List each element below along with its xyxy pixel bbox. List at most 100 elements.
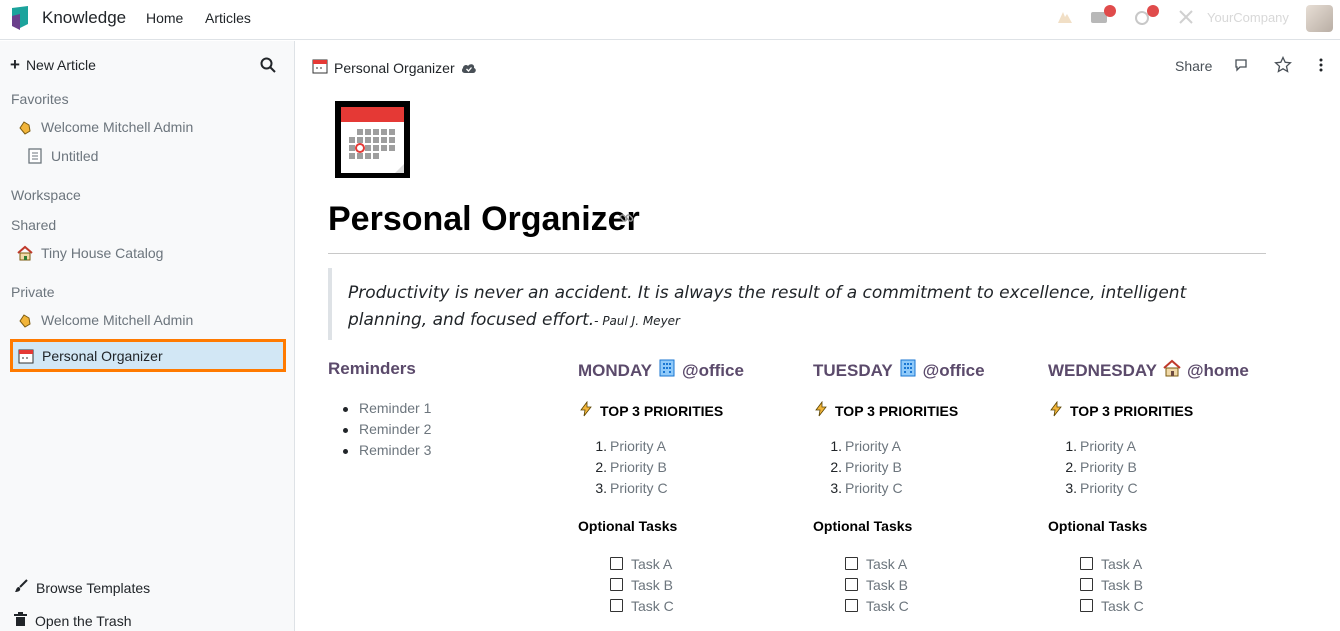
private-section-title[interactable]: Private bbox=[11, 284, 55, 300]
list-item[interactable]: Reminder 3 bbox=[339, 442, 431, 463]
search-icon[interactable] bbox=[260, 57, 276, 73]
reminders-heading[interactable]: Reminders bbox=[328, 359, 416, 379]
new-article-button[interactable]: + New Article bbox=[10, 55, 96, 74]
share-button[interactable]: Share bbox=[1175, 58, 1212, 74]
title-divider bbox=[328, 253, 1266, 254]
checkbox[interactable] bbox=[1080, 557, 1093, 570]
sidebar-item-tiny-house-catalog[interactable]: Tiny House Catalog bbox=[16, 242, 163, 264]
list-item[interactable]: 3. Priority C bbox=[1062, 480, 1137, 501]
switch-company-icon[interactable] bbox=[1178, 8, 1194, 30]
checkbox[interactable] bbox=[1080, 599, 1093, 612]
tasks-checklist: Task A Task B Task C bbox=[845, 553, 909, 616]
checklist-item[interactable]: Task B bbox=[610, 574, 674, 595]
checkbox[interactable] bbox=[1080, 578, 1093, 591]
list-item[interactable]: 1. Priority A bbox=[592, 438, 668, 459]
checklist-item[interactable]: Task C bbox=[1080, 595, 1144, 616]
breadcrumb: Personal Organizer bbox=[312, 58, 477, 77]
waving-hand-icon bbox=[16, 119, 33, 136]
optional-tasks-heading[interactable]: Optional Tasks bbox=[578, 518, 677, 534]
sidebar-item-untitled[interactable]: Untitled bbox=[26, 145, 98, 167]
list-item[interactable]: 3. Priority C bbox=[827, 480, 902, 501]
more-options-icon[interactable] bbox=[1316, 56, 1326, 74]
office-building-icon bbox=[899, 359, 917, 382]
checkbox[interactable] bbox=[610, 557, 623, 570]
activity-icon[interactable] bbox=[1134, 5, 1160, 30]
article-title[interactable]: Personal Organizer bbox=[328, 200, 640, 239]
checklist-item[interactable]: Task A bbox=[610, 553, 674, 574]
studio-icon[interactable] bbox=[1056, 8, 1074, 30]
priorities-heading[interactable]: TOP 3 PRIORITIES bbox=[578, 400, 723, 420]
user-avatar[interactable] bbox=[1306, 5, 1333, 32]
quote-author: - Paul J. Meyer bbox=[594, 314, 680, 328]
app-name[interactable]: Knowledge bbox=[42, 8, 126, 28]
checklist-item[interactable]: Task B bbox=[845, 574, 909, 595]
trash-icon bbox=[14, 612, 27, 629]
workspace-section-title[interactable]: Workspace bbox=[11, 187, 81, 203]
list-item[interactable]: 3. Priority C bbox=[592, 480, 667, 501]
checklist-item[interactable]: Task C bbox=[845, 595, 909, 616]
article-cover-calendar-icon[interactable] bbox=[335, 101, 410, 178]
checklist-item[interactable]: Task A bbox=[1080, 553, 1144, 574]
activity-count-badge bbox=[1147, 5, 1159, 17]
tasks-checklist: Task A Task B Task C bbox=[610, 553, 674, 616]
house-icon bbox=[1163, 359, 1181, 382]
top-navbar: Knowledge Home Articles YourCompany bbox=[0, 0, 1340, 40]
list-item[interactable]: 2. Priority B bbox=[827, 459, 903, 480]
link-icon[interactable] bbox=[619, 211, 634, 226]
checklist-item[interactable]: Task C bbox=[610, 595, 674, 616]
priorities-heading[interactable]: TOP 3 PRIORITIES bbox=[813, 400, 958, 420]
calendar-icon bbox=[17, 347, 34, 364]
office-building-icon bbox=[658, 359, 676, 382]
waving-hand-icon bbox=[16, 312, 33, 329]
sidebar-item-welcome-favorite[interactable]: Welcome Mitchell Admin bbox=[16, 116, 193, 138]
company-name[interactable]: YourCompany bbox=[1207, 10, 1289, 25]
lightning-icon bbox=[578, 400, 594, 420]
message-count-badge bbox=[1104, 5, 1116, 17]
house-icon bbox=[16, 245, 33, 262]
checklist-item[interactable]: Task B bbox=[1080, 574, 1144, 595]
list-item[interactable]: 1. Priority A bbox=[827, 438, 903, 459]
list-item[interactable]: 2. Priority B bbox=[1062, 459, 1138, 480]
sidebar-item-personal-organizer[interactable]: Personal Organizer bbox=[10, 339, 286, 372]
open-trash-button[interactable]: Open the Trash bbox=[14, 612, 132, 629]
quote-text: Productivity is never an accident. It is… bbox=[348, 283, 1187, 330]
favorites-section-title[interactable]: Favorites bbox=[11, 91, 69, 107]
checkbox[interactable] bbox=[845, 599, 858, 612]
checkbox[interactable] bbox=[845, 557, 858, 570]
tasks-checklist: Task A Task B Task C bbox=[1080, 553, 1144, 616]
optional-tasks-heading[interactable]: Optional Tasks bbox=[813, 518, 912, 534]
star-icon[interactable] bbox=[1274, 56, 1292, 74]
day-heading[interactable]: MONDAY @office bbox=[578, 359, 744, 382]
list-item[interactable]: 1. Priority A bbox=[1062, 438, 1138, 459]
comments-icon[interactable] bbox=[1233, 56, 1251, 74]
nav-home[interactable]: Home bbox=[146, 10, 183, 26]
optional-tasks-heading[interactable]: Optional Tasks bbox=[1048, 518, 1147, 534]
checkbox[interactable] bbox=[610, 578, 623, 591]
priorities-heading[interactable]: TOP 3 PRIORITIES bbox=[1048, 400, 1193, 420]
day-heading[interactable]: WEDNESDAY @home bbox=[1048, 359, 1249, 382]
knowledge-app-icon[interactable] bbox=[12, 6, 28, 30]
calendar-icon bbox=[312, 58, 328, 77]
browse-templates-button[interactable]: Browse Templates bbox=[14, 579, 150, 596]
day-heading[interactable]: TUESDAY @office bbox=[813, 359, 985, 382]
sidebar-item-welcome-private[interactable]: Welcome Mitchell Admin bbox=[16, 309, 193, 331]
list-item[interactable]: 2. Priority B bbox=[592, 459, 668, 480]
document-icon bbox=[26, 148, 43, 165]
messaging-icon[interactable] bbox=[1090, 5, 1116, 30]
shared-section-title[interactable]: Shared bbox=[11, 217, 56, 233]
nav-articles[interactable]: Articles bbox=[205, 10, 251, 26]
lightning-icon bbox=[813, 400, 829, 420]
cloud-saved-icon bbox=[461, 63, 476, 73]
quote-block[interactable]: Productivity is never an accident. It is… bbox=[328, 268, 1228, 340]
checklist-item[interactable]: Task A bbox=[845, 553, 909, 574]
priorities-list: 1. Priority A 2. Priority B 3. Priority C bbox=[1062, 438, 1138, 501]
sidebar: + New Article Favorites Welcome Mitchell… bbox=[0, 41, 295, 631]
priorities-list: 1. Priority A 2. Priority B 3. Priority C bbox=[592, 438, 668, 501]
list-item[interactable]: Reminder 2 bbox=[339, 421, 431, 442]
lightning-icon bbox=[1048, 400, 1064, 420]
checkbox[interactable] bbox=[845, 578, 858, 591]
breadcrumb-title[interactable]: Personal Organizer bbox=[334, 60, 455, 76]
list-item[interactable]: Reminder 1 bbox=[339, 400, 431, 421]
checkbox[interactable] bbox=[610, 599, 623, 612]
plus-icon: + bbox=[10, 55, 20, 74]
